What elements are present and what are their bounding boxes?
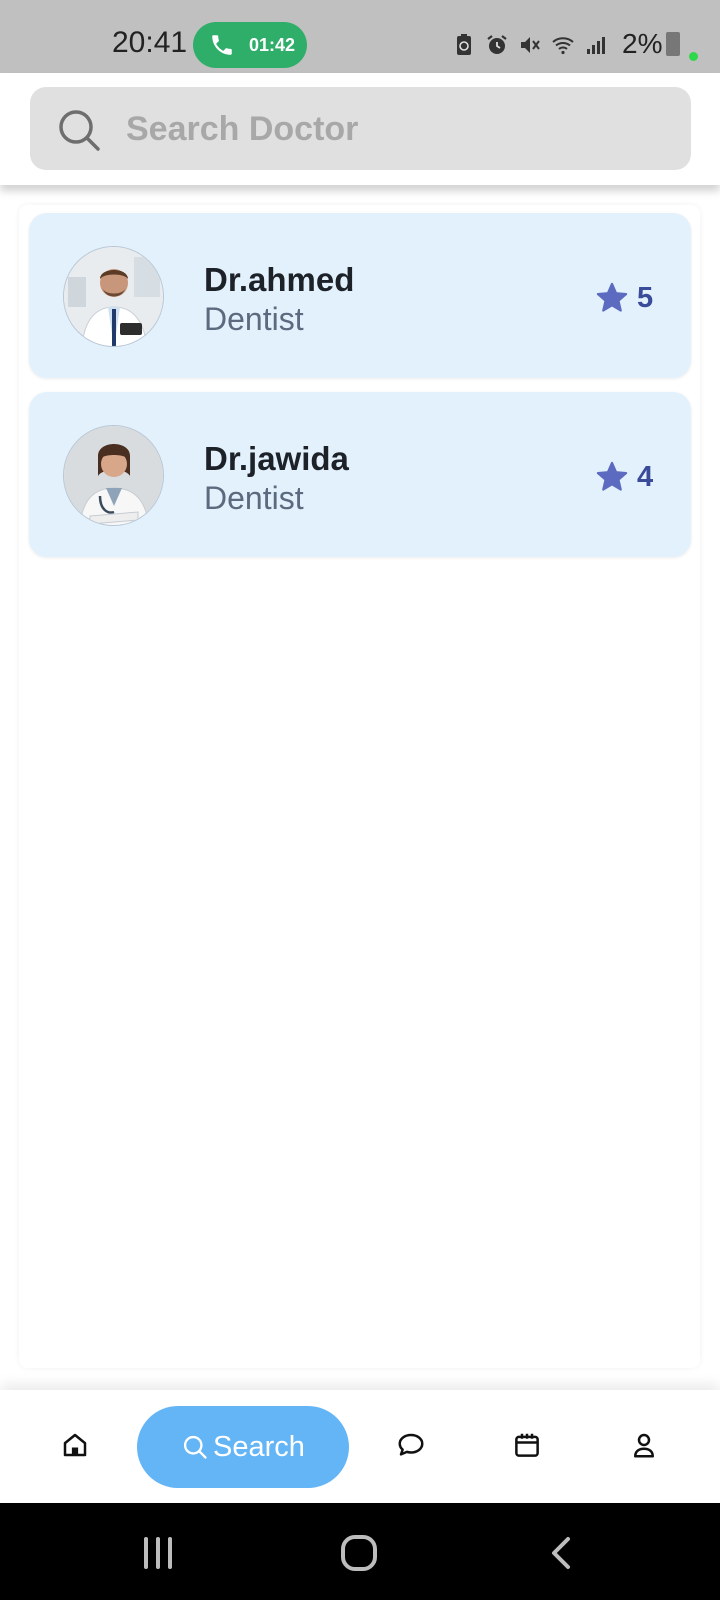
doctor-rating: 4 xyxy=(595,460,653,494)
doctor-rating: 5 xyxy=(595,281,653,315)
ongoing-call-pill[interactable]: 01:42 xyxy=(193,22,307,68)
battery-saver-icon xyxy=(457,34,471,55)
doctor-specialty: Dentist xyxy=(204,480,304,516)
doctor-card[interactable]: Dr.jawida Dentist 4 xyxy=(29,392,691,557)
chat-icon[interactable] xyxy=(396,1430,426,1460)
bottom-nav: Search xyxy=(0,1390,720,1503)
phone-icon xyxy=(212,35,232,55)
privacy-indicator-dot xyxy=(689,52,698,61)
doctor-name: Dr.jawida xyxy=(204,440,349,477)
nav-search-tab[interactable]: Search xyxy=(137,1406,349,1488)
nav-search-label: Search xyxy=(213,1430,305,1463)
search-header xyxy=(0,73,720,185)
doctor-avatar xyxy=(63,246,164,347)
alarm-icon xyxy=(487,35,507,54)
recent-apps-icon[interactable] xyxy=(140,1533,176,1573)
doctor-avatar xyxy=(63,425,164,526)
doctor-list: Dr.ahmed Dentist 5 Dr.jawida Dentist 4 xyxy=(19,205,700,1368)
search-icon xyxy=(183,1435,207,1459)
search-bar[interactable] xyxy=(30,87,691,170)
rating-value: 4 xyxy=(637,460,654,493)
profile-icon[interactable] xyxy=(629,1430,659,1460)
search-icon xyxy=(59,110,100,151)
mute-icon xyxy=(521,37,540,53)
status-bar: 20:41 01:42 2% xyxy=(0,0,720,73)
battery-icon xyxy=(666,32,680,56)
doctor-card[interactable]: Dr.ahmed Dentist 5 xyxy=(29,213,691,378)
doctor-specialty: Dentist xyxy=(204,301,304,337)
call-duration: 01:42 xyxy=(249,35,296,55)
signal-icon xyxy=(587,37,605,54)
back-icon[interactable] xyxy=(548,1533,574,1573)
system-nav-bar xyxy=(0,1503,720,1600)
rating-value: 5 xyxy=(637,281,654,314)
star-icon xyxy=(596,461,628,491)
star-icon xyxy=(596,282,628,312)
battery-percent: 2% xyxy=(622,28,663,59)
search-input[interactable] xyxy=(126,101,666,157)
status-time: 20:41 xyxy=(112,26,188,59)
wifi-icon xyxy=(552,37,574,55)
doctor-name: Dr.ahmed xyxy=(204,261,355,298)
home-button-icon[interactable] xyxy=(339,1533,379,1573)
home-icon[interactable] xyxy=(60,1430,90,1460)
calendar-icon[interactable] xyxy=(512,1430,542,1460)
